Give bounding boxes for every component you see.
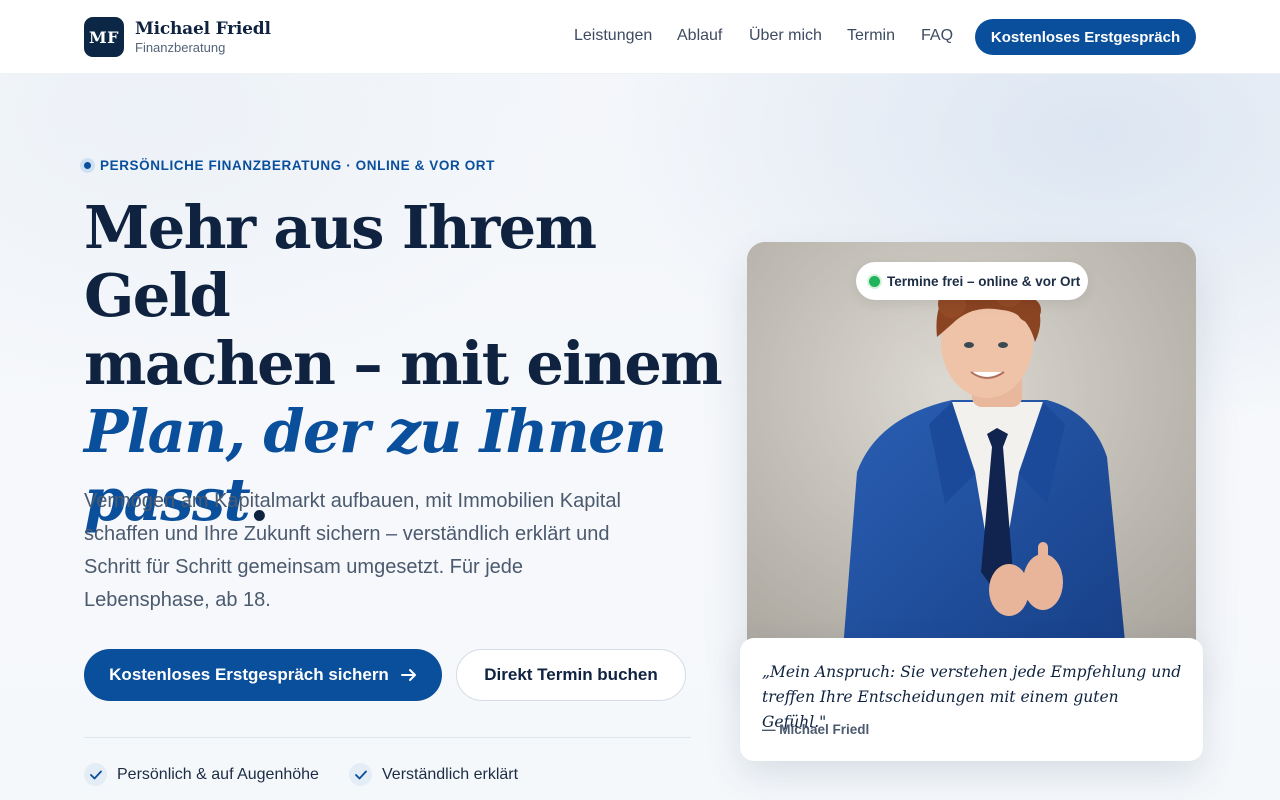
quote-card: „Mein Anspruch: Sie verstehen jede Empfe…	[740, 638, 1203, 761]
hero-headline: Mehr aus Ihrem Geld machen – mit einem P…	[84, 194, 724, 534]
check-icon	[349, 763, 372, 786]
headline-line-2: machen – mit einem	[84, 329, 723, 398]
availability-badge: Termine frei – online & vor Ort	[856, 262, 1088, 300]
primary-cta-label: Kostenloses Erstgespräch sichern	[109, 665, 389, 684]
availability-text: Termine frei – online & vor Ort	[887, 273, 1081, 289]
nav-item-ablauf[interactable]: Ablauf	[677, 27, 722, 45]
eyebrow-text: PERSÖNLICHE FINANZBERATUNG · ONLINE & VO…	[100, 158, 495, 173]
secondary-cta-button[interactable]: Direkt Termin buchen	[456, 649, 686, 701]
logo-subtitle: Finanzberatung	[135, 40, 226, 55]
check-icon	[84, 763, 107, 786]
status-dot-icon	[869, 275, 880, 287]
hero-lead-text: Vermögen am Kapitalmarkt aufbauen, mit I…	[84, 490, 621, 611]
logo-mark[interactable]: MF	[84, 17, 124, 57]
feature-label: Persönlich & auf Augenhöhe	[117, 765, 319, 783]
feature-item: Verständlich erklärt	[349, 763, 518, 786]
advisor-portrait-illustration	[747, 242, 1196, 662]
advisor-photo	[747, 242, 1196, 662]
quote-author: — Michael Friedl	[762, 722, 870, 737]
nav-item-faq[interactable]: FAQ	[921, 27, 953, 45]
headline-accent-line-1: Plan, der zu Ihnen	[84, 397, 667, 466]
eyebrow-dot-icon	[80, 158, 95, 173]
arrow-right-icon	[400, 669, 416, 681]
nav-item-termin[interactable]: Termin	[847, 27, 895, 45]
nav-item-ueber-mich[interactable]: Über mich	[749, 27, 822, 45]
hero-eyebrow: PERSÖNLICHE FINANZBERATUNG · ONLINE & VO…	[80, 158, 495, 173]
nav-item-leistungen[interactable]: Leistungen	[574, 27, 652, 45]
header-cta-button[interactable]: Kostenloses Erstgespräch	[975, 19, 1196, 55]
feature-item: Persönlich & auf Augenhöhe	[84, 763, 319, 786]
site-header: MF Michael Friedl Finanzberatung Leistun…	[0, 0, 1280, 74]
primary-cta-button[interactable]: Kostenloses Erstgespräch sichern	[84, 649, 442, 701]
feature-label: Verständlich erklärt	[382, 765, 519, 783]
logo-name[interactable]: Michael Friedl	[135, 19, 271, 39]
headline-line-1: Mehr aus Ihrem Geld	[84, 193, 597, 330]
hero-divider	[84, 737, 691, 738]
